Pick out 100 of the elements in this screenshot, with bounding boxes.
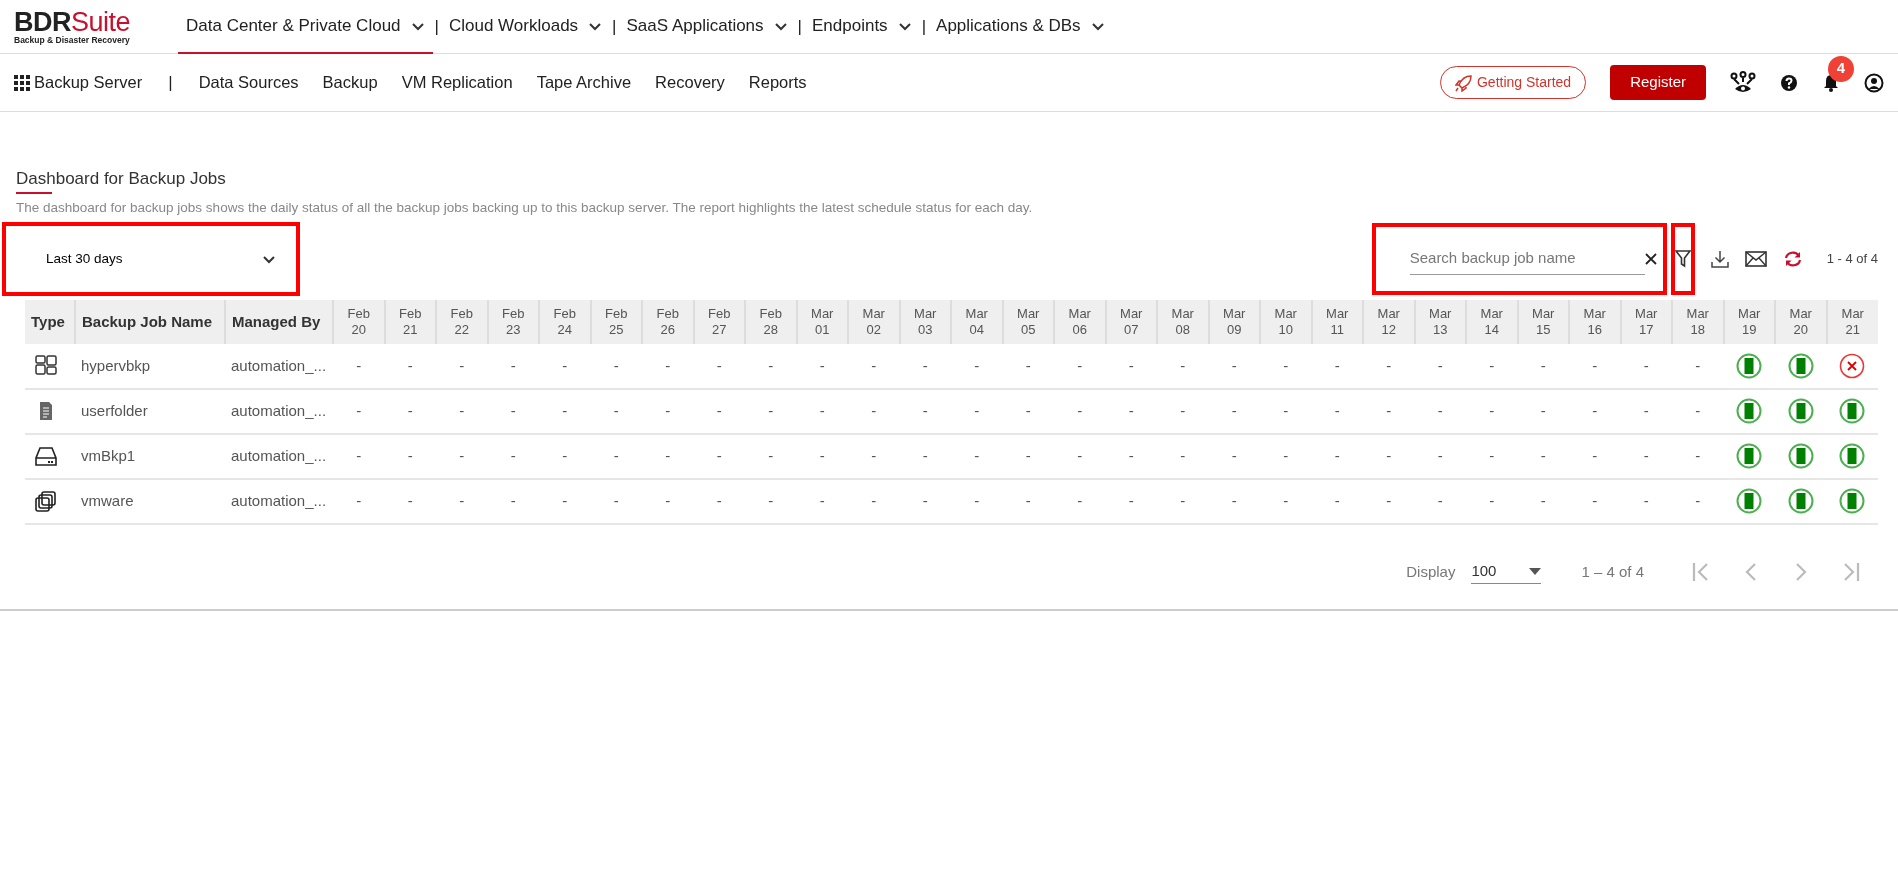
empty-status: - xyxy=(974,492,980,509)
job-name: userfolder xyxy=(75,388,225,434)
nav-tab[interactable]: Endpoints xyxy=(804,0,920,54)
user-icon[interactable] xyxy=(1864,72,1884,93)
empty-status: - xyxy=(1334,447,1340,464)
empty-status: - xyxy=(716,402,722,419)
empty-status: - xyxy=(562,492,568,509)
empty-status: - xyxy=(1180,492,1186,509)
nav-link[interactable]: Reports xyxy=(748,70,807,95)
empty-status: - xyxy=(1334,402,1340,419)
nav-link[interactable]: VM Replication xyxy=(401,70,513,95)
column-header: Mar 04 xyxy=(951,299,1003,344)
empty-status: - xyxy=(1592,492,1598,509)
nav-separator: | xyxy=(611,15,618,38)
empty-status: - xyxy=(1283,356,1289,374)
getting-started-button[interactable]: Getting Started xyxy=(1439,66,1587,99)
column-header: Feb 21 xyxy=(384,299,436,344)
people-group-icon[interactable] xyxy=(1730,70,1756,95)
nav-link[interactable]: Recovery xyxy=(655,70,725,95)
column-header: Mar 06 xyxy=(1054,299,1106,344)
empty-status: - xyxy=(510,447,516,464)
record-count: 1 - 4 of 4 xyxy=(1826,250,1878,268)
nav-link[interactable]: Backup xyxy=(322,70,378,95)
empty-status: - xyxy=(819,492,825,509)
column-header: Mar 13 xyxy=(1414,299,1466,344)
column-header: Mar 20 xyxy=(1775,299,1827,344)
brand-name: BDRSuite xyxy=(14,8,131,36)
hard-drive-icon xyxy=(35,445,57,467)
help-icon[interactable] xyxy=(1780,73,1798,92)
empty-status: - xyxy=(1695,492,1701,509)
empty-status: - xyxy=(665,356,671,374)
column-header: Mar 09 xyxy=(1208,299,1260,344)
empty-status: - xyxy=(1025,492,1031,509)
empty-status: - xyxy=(1643,447,1649,464)
empty-status: - xyxy=(1386,356,1392,374)
nav-tab[interactable]: Cloud Workloads xyxy=(440,0,611,54)
column-header: Mar 14 xyxy=(1466,299,1518,344)
empty-status: - xyxy=(665,402,671,419)
column-header: Feb 27 xyxy=(693,299,745,344)
register-button[interactable]: Register xyxy=(1610,65,1706,100)
managed-by: automation_... xyxy=(225,478,333,524)
refresh-icon[interactable] xyxy=(1782,249,1803,268)
column-header: Feb 22 xyxy=(436,299,488,344)
empty-status: - xyxy=(1540,402,1546,419)
empty-status: - xyxy=(665,492,671,509)
empty-status: - xyxy=(922,356,928,374)
page-size-select[interactable]: 100 xyxy=(1471,560,1542,584)
column-header: Feb 28 xyxy=(745,299,797,344)
empty-status: - xyxy=(871,492,877,509)
empty-status: - xyxy=(407,492,413,509)
mail-icon[interactable] xyxy=(1744,250,1767,267)
nav-separator: | xyxy=(167,71,174,94)
empty-status: - xyxy=(1334,356,1340,374)
empty-status: - xyxy=(1695,356,1701,374)
empty-status: - xyxy=(1231,356,1237,374)
app-menu-link[interactable]: Backup Server xyxy=(14,70,143,95)
empty-status: - xyxy=(356,356,362,374)
empty-status: - xyxy=(1283,492,1289,509)
managed-by: automation_... xyxy=(225,388,333,434)
column-header: Managed By xyxy=(225,299,333,344)
empty-status: - xyxy=(1386,447,1392,464)
empty-status: - xyxy=(1489,492,1495,509)
filter-icon[interactable] xyxy=(1674,249,1691,268)
empty-status: - xyxy=(768,356,774,374)
empty-status: - xyxy=(1386,492,1392,509)
empty-status: - xyxy=(613,402,619,419)
nav-separator: | xyxy=(433,15,440,38)
empty-status: - xyxy=(1334,492,1340,509)
nav-link[interactable]: Data Sources xyxy=(198,70,299,95)
empty-status: - xyxy=(1489,356,1495,374)
empty-status: - xyxy=(1180,447,1186,464)
empty-status: - xyxy=(510,402,516,419)
download-icon[interactable] xyxy=(1710,249,1729,268)
empty-status: - xyxy=(407,447,413,464)
empty-status: - xyxy=(1283,402,1289,419)
nav-tab[interactable]: Applications & DBs xyxy=(928,0,1113,54)
empty-status: - xyxy=(1592,356,1598,374)
column-header: Mar 08 xyxy=(1157,299,1209,344)
empty-status: - xyxy=(613,356,619,374)
empty-status: - xyxy=(1283,447,1289,464)
empty-status: - xyxy=(871,447,877,464)
empty-status: - xyxy=(871,402,877,419)
empty-status: - xyxy=(1128,447,1134,464)
empty-status: - xyxy=(1437,492,1443,509)
page-range: 1 – 4 of 4 xyxy=(1581,561,1644,582)
column-header: Feb 24 xyxy=(539,299,591,344)
column-header: Mar 10 xyxy=(1260,299,1312,344)
close-icon[interactable] xyxy=(1644,252,1657,265)
empty-status: - xyxy=(356,447,362,464)
nav-tab[interactable]: SaaS Applications xyxy=(618,0,796,54)
empty-status: - xyxy=(1643,356,1649,374)
empty-status: - xyxy=(356,492,362,509)
nav-tab[interactable]: Data Center & Private Cloud xyxy=(178,0,433,54)
empty-status: - xyxy=(819,356,825,374)
empty-status: - xyxy=(974,447,980,464)
nav-link[interactable]: Tape Archive xyxy=(536,70,632,95)
empty-status: - xyxy=(1489,447,1495,464)
empty-status: - xyxy=(768,492,774,509)
empty-status: - xyxy=(613,492,619,509)
column-header: Mar 02 xyxy=(848,299,900,344)
